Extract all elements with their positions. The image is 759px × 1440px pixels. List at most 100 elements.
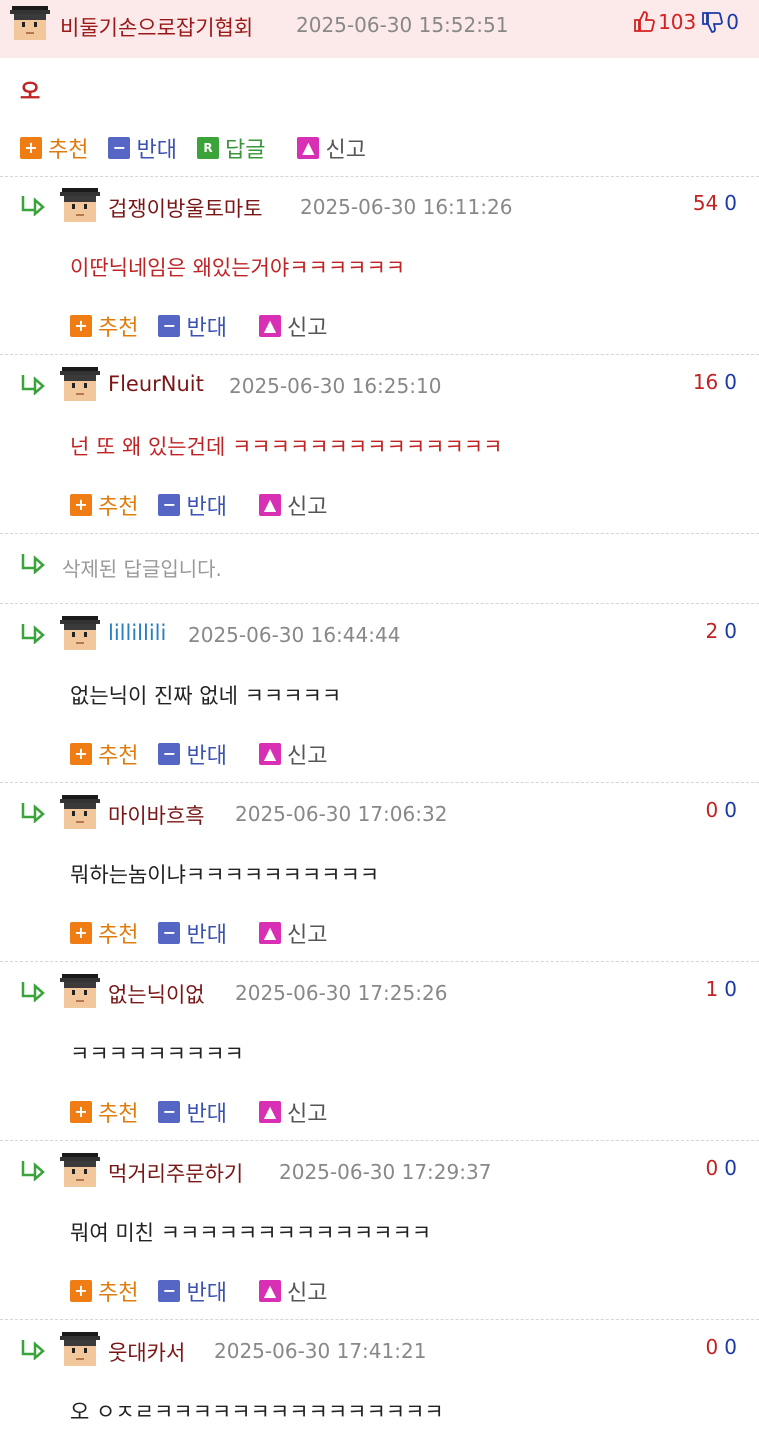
thumbs-down-icon[interactable]: [700, 10, 724, 34]
oppose-button[interactable]: − 반대: [158, 1096, 227, 1128]
parent-timestamp: 2025-06-30 15:52:51: [296, 13, 509, 37]
recommend-button[interactable]: + 추천: [70, 489, 138, 521]
report-button[interactable]: ▲ 신고: [258, 489, 327, 521]
reply-nickname[interactable]: 겁쟁이방울토마토: [108, 193, 263, 223]
avatar[interactable]: [60, 795, 100, 831]
reply-item: 겁쟁이방울토마토 2025-06-30 16:11:26 54 0 이딴닉네임은 …: [0, 176, 759, 354]
parent-comment-body: 오: [20, 80, 41, 105]
reply-timestamp: 2025-06-30 16:25:10: [229, 374, 442, 398]
reply-item: 먹거리주문하기 2025-06-30 17:29:37 00 뭐여 미친 ㅋㅋㅋ…: [0, 1141, 759, 1319]
avatar[interactable]: [10, 6, 50, 42]
avatar[interactable]: [60, 616, 100, 652]
avatar[interactable]: [60, 1332, 100, 1368]
oppose-button[interactable]: − 반대: [158, 917, 227, 949]
reply-arrow-icon: [21, 196, 45, 216]
reply-item: 웃대카서 2025-06-30 17:41:21 00 오 ㅇㅈㄹㅋㅋㅋㅋㅋㅋㅋ…: [0, 1320, 759, 1440]
plus-icon: +: [70, 494, 92, 516]
parent-down-count: 0: [726, 10, 739, 34]
avatar[interactable]: [60, 1153, 100, 1189]
plus-icon: +: [70, 743, 92, 765]
reply-actions: + 추천 − 반대 ▲ 신고: [70, 1275, 347, 1307]
reply-votes: 16 0: [692, 370, 737, 394]
oppose-button[interactable]: − 반대: [108, 132, 177, 164]
parent-actions: + 추천 − 반대 R 답글 ▲ 신고: [20, 132, 386, 164]
recommend-button[interactable]: + 추천: [70, 917, 138, 949]
minus-icon: −: [158, 494, 181, 516]
oppose-button[interactable]: − 반대: [158, 489, 227, 521]
siren-icon: ▲: [297, 137, 320, 159]
reply-timestamp: 2025-06-30 17:29:37: [279, 1160, 492, 1184]
parent-nickname[interactable]: 비둘기손으로잡기협회: [60, 12, 253, 42]
report-button[interactable]: ▲ 신고: [258, 917, 327, 949]
reply-nickname[interactable]: FleurNuit: [108, 372, 204, 396]
avatar[interactable]: [60, 188, 100, 224]
reply-nickname[interactable]: 먹거리주문하기: [108, 1158, 243, 1188]
oppose-button[interactable]: − 반대: [158, 738, 227, 770]
reply-arrow-icon: [21, 554, 45, 574]
siren-icon: ▲: [258, 1280, 281, 1302]
parent-votes: 103 0: [632, 10, 739, 34]
reply-timestamp: 2025-06-30 16:11:26: [300, 195, 513, 219]
siren-icon: ▲: [258, 743, 281, 765]
reply-arrow-icon: [21, 982, 45, 1002]
parent-up-count: 103: [658, 10, 697, 34]
minus-icon: −: [158, 315, 181, 337]
thumbs-up-icon[interactable]: [632, 10, 656, 34]
avatar[interactable]: [60, 974, 100, 1010]
minus-icon: −: [158, 1280, 181, 1302]
reply-timestamp: 2025-06-30 17:06:32: [235, 802, 448, 826]
reply-arrow-icon: [21, 1161, 45, 1181]
reply-timestamp: 2025-06-30 17:41:21: [214, 1339, 427, 1363]
reply-nickname[interactable]: 마이바흐흑: [108, 800, 205, 830]
recommend-button[interactable]: + 추천: [70, 738, 138, 770]
report-button[interactable]: ▲ 신고: [258, 1096, 327, 1128]
recommend-button[interactable]: + 추천: [70, 1275, 138, 1307]
reply-nickname[interactable]: 웃대카서: [108, 1337, 185, 1367]
reply-arrow-icon: [21, 803, 45, 823]
recommend-button[interactable]: + 추천: [70, 310, 138, 342]
plus-icon: +: [70, 1101, 92, 1123]
recommend-button[interactable]: + 추천: [70, 1096, 138, 1128]
siren-icon: ▲: [258, 1101, 281, 1123]
reply-votes: 20: [705, 619, 737, 643]
reply-nickname[interactable]: lillillili: [108, 621, 166, 645]
reply-arrow-icon: [21, 624, 45, 644]
reply-actions: + 추천 − 반대 ▲ 신고: [70, 917, 347, 949]
avatar[interactable]: [60, 367, 100, 403]
deleted-reply-text: 삭제된 답글입니다.: [62, 557, 222, 581]
report-button[interactable]: ▲ 신고: [297, 132, 366, 164]
reply-nickname[interactable]: 없는닉이없: [108, 979, 205, 1009]
report-button[interactable]: ▲ 신고: [258, 738, 327, 770]
reply-actions: + 추천 − 반대 ▲ 신고: [70, 738, 347, 770]
report-button[interactable]: ▲ 신고: [258, 310, 327, 342]
reply-actions: + 추천 − 반대 ▲ 신고: [70, 1096, 347, 1128]
reply-votes: 54 0: [692, 191, 737, 215]
siren-icon: ▲: [258, 494, 281, 516]
reply-icon: R: [196, 137, 219, 159]
parent-comment-header: 비둘기손으로잡기협회 2025-06-30 15:52:51 103 0: [0, 0, 759, 58]
deleted-reply-item: 삭제된 답글입니다.: [0, 534, 759, 602]
reply-votes: 00: [705, 1335, 737, 1359]
reply-button[interactable]: R 답글: [196, 132, 265, 164]
siren-icon: ▲: [258, 922, 281, 944]
reply-item: lillillili 2025-06-30 16:44:44 20 없는닉이 진…: [0, 604, 759, 782]
minus-icon: −: [158, 743, 181, 765]
recommend-button[interactable]: + 추천: [20, 132, 88, 164]
reply-body: ㅋㅋㅋㅋㅋㅋㅋㅋㅋ: [70, 1042, 244, 1066]
reply-body: 오 ㅇㅈㄹㅋㅋㅋㅋㅋㅋㅋㅋㅋㅋㅋㅋㅋㅋㅋ: [70, 1400, 444, 1424]
plus-icon: +: [20, 137, 42, 159]
plus-icon: +: [70, 315, 92, 337]
report-button[interactable]: ▲ 신고: [258, 1275, 327, 1307]
reply-actions: + 추천 − 반대 ▲ 신고: [70, 489, 347, 521]
reply-item: FleurNuit 2025-06-30 16:25:10 16 0 넌 또 왜 …: [0, 355, 759, 533]
reply-item: 없는닉이없 2025-06-30 17:25:26 10 ㅋㅋㅋㅋㅋㅋㅋㅋㅋ +…: [0, 962, 759, 1140]
reply-body: 뭐하는놈이냐ㅋㅋㅋㅋㅋㅋㅋㅋㅋㅋ: [70, 863, 380, 887]
reply-body: 없는닉이 진짜 없네 ㅋㅋㅋㅋㅋ: [70, 684, 342, 708]
reply-arrow-icon: [21, 375, 45, 395]
reply-actions: + 추천 − 반대 ▲ 신고: [70, 310, 347, 342]
oppose-button[interactable]: − 반대: [158, 310, 227, 342]
minus-icon: −: [108, 137, 131, 159]
reply-item: 마이바흐흑 2025-06-30 17:06:32 00 뭐하는놈이냐ㅋㅋㅋㅋㅋ…: [0, 783, 759, 961]
reply-body: 넌 또 왜 있는건데 ㅋㅋㅋㅋㅋㅋㅋㅋㅋㅋㅋㅋㅋㅋ: [70, 435, 503, 459]
oppose-button[interactable]: − 반대: [158, 1275, 227, 1307]
